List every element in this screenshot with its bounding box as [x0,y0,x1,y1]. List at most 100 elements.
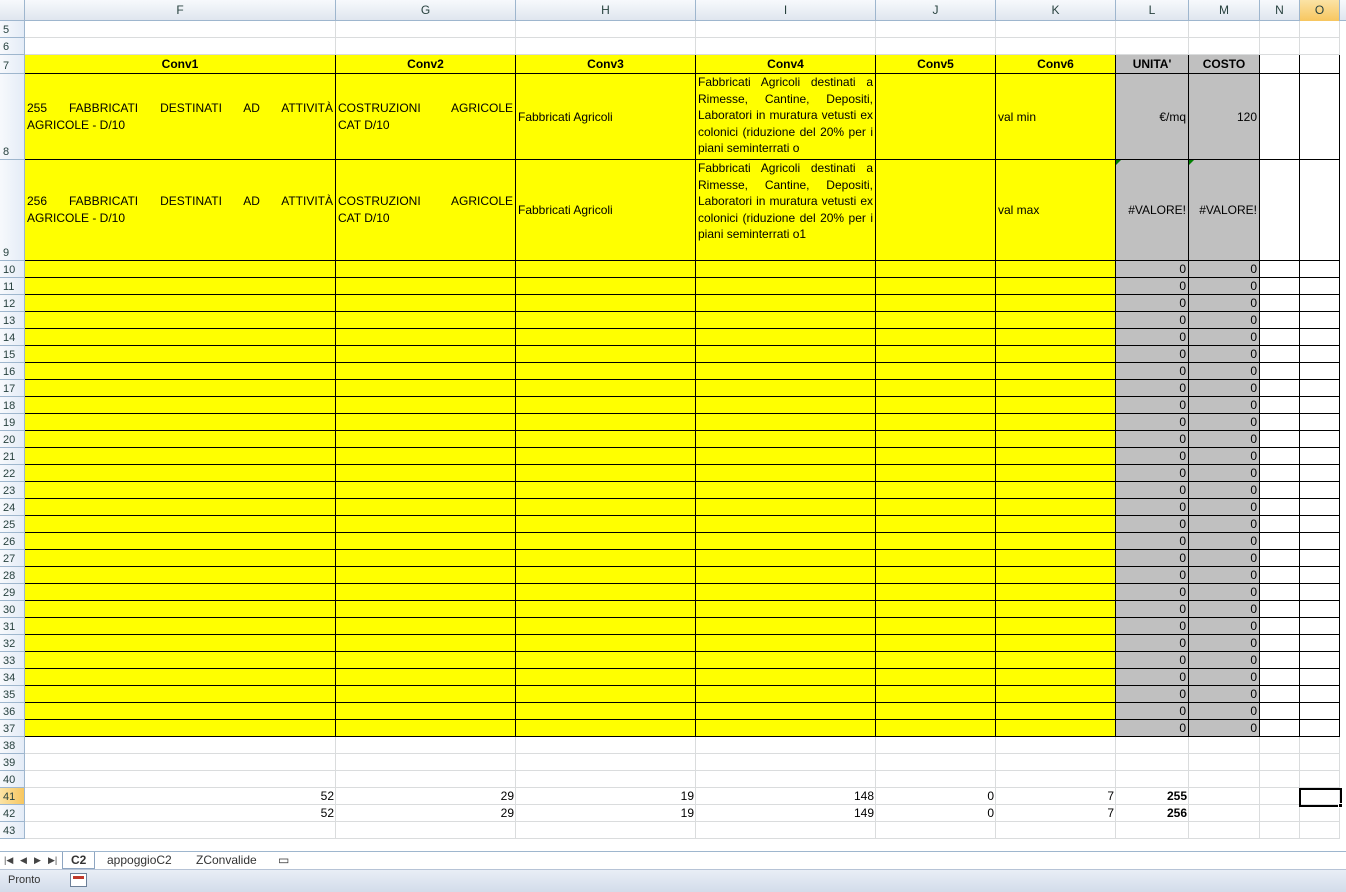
cell-o31[interactable] [1300,618,1340,635]
total-h41[interactable]: 19 [516,788,696,805]
cell-i29[interactable] [696,584,876,601]
cell-o37[interactable] [1300,720,1340,737]
cell-g16[interactable] [336,363,516,380]
header-g[interactable]: Conv2 [336,55,516,74]
cell-g34[interactable] [336,669,516,686]
cell-f12[interactable] [25,295,336,312]
cell-n10[interactable] [1260,261,1300,278]
cell-j21[interactable] [876,448,996,465]
cell-f13[interactable] [25,312,336,329]
header-m[interactable]: COSTO [1189,55,1260,74]
row-header-37[interactable]: 37 [0,720,25,737]
cell-g15[interactable] [336,346,516,363]
cell-g19[interactable] [336,414,516,431]
cell-o7[interactable] [1300,55,1340,74]
cell-k6[interactable] [996,38,1116,55]
cell-i26[interactable] [696,533,876,550]
cell-h28[interactable] [516,567,696,584]
column-header-l[interactable]: L [1116,0,1189,21]
cell-g32[interactable] [336,635,516,652]
cell-h20[interactable] [516,431,696,448]
cell-o32[interactable] [1300,635,1340,652]
total-g42[interactable]: 29 [336,805,516,822]
cell-n16[interactable] [1260,363,1300,380]
cell-k14[interactable] [996,329,1116,346]
cell-l38[interactable] [1116,737,1189,754]
cell-f6[interactable] [25,38,336,55]
cell-f10[interactable] [25,261,336,278]
cell-g13[interactable] [336,312,516,329]
header-k[interactable]: Conv6 [996,55,1116,74]
cell-l27[interactable]: 0 [1116,550,1189,567]
cell-h13[interactable] [516,312,696,329]
cell-j29[interactable] [876,584,996,601]
cell-g6[interactable] [336,38,516,55]
cell-g29[interactable] [336,584,516,601]
cell-l31[interactable]: 0 [1116,618,1189,635]
cell-m6[interactable] [1189,38,1260,55]
cell-g17[interactable] [336,380,516,397]
cell-h33[interactable] [516,652,696,669]
cell-h34[interactable] [516,669,696,686]
cell-i21[interactable] [696,448,876,465]
cell-n8[interactable] [1260,74,1300,160]
cell-i36[interactable] [696,703,876,720]
cell-m39[interactable] [1189,754,1260,771]
cell-n26[interactable] [1260,533,1300,550]
cell-k15[interactable] [996,346,1116,363]
cell-g18[interactable] [336,397,516,414]
sheet-tab-c2[interactable]: C2 [62,852,96,869]
cell-h6[interactable] [516,38,696,55]
total-f42[interactable]: 52 [25,805,336,822]
cell-l26[interactable]: 0 [1116,533,1189,550]
cell-h36[interactable] [516,703,696,720]
cell-j30[interactable] [876,601,996,618]
macro-record-icon[interactable] [70,873,87,887]
cell-o6[interactable] [1300,38,1340,55]
cell-i9[interactable]: Fabbricati Agricoli destinati a Rimesse,… [696,160,876,261]
cell-i34[interactable] [696,669,876,686]
cell-o18[interactable] [1300,397,1340,414]
total-j42[interactable]: 0 [876,805,996,822]
next-sheet-icon[interactable]: ▶ [34,855,41,866]
cell-f34[interactable] [25,669,336,686]
cell-h5[interactable] [516,21,696,38]
cell-f26[interactable] [25,533,336,550]
cell-n32[interactable] [1260,635,1300,652]
cell-j24[interactable] [876,499,996,516]
cell-o13[interactable] [1300,312,1340,329]
cell-n34[interactable] [1260,669,1300,686]
cell-j16[interactable] [876,363,996,380]
cell-n29[interactable] [1260,584,1300,601]
cell-m16[interactable]: 0 [1189,363,1260,380]
cell-f25[interactable] [25,516,336,533]
cell-l30[interactable]: 0 [1116,601,1189,618]
cell-k43[interactable] [996,822,1116,839]
cell-h35[interactable] [516,686,696,703]
column-header-g[interactable]: G [336,0,516,21]
cell-n36[interactable] [1260,703,1300,720]
header-l[interactable]: UNITA' [1116,55,1189,74]
row-header-5[interactable]: 5 [0,21,25,38]
cell-j35[interactable] [876,686,996,703]
header-i[interactable]: Conv4 [696,55,876,74]
cell-m10[interactable]: 0 [1189,261,1260,278]
cell-n12[interactable] [1260,295,1300,312]
cell-o14[interactable] [1300,329,1340,346]
cell-f39[interactable] [25,754,336,771]
cell-n6[interactable] [1260,38,1300,55]
cell-o10[interactable] [1300,261,1340,278]
cell-h12[interactable] [516,295,696,312]
row-header-38[interactable]: 38 [0,737,25,754]
cell-k29[interactable] [996,584,1116,601]
cell-o8[interactable] [1300,74,1340,160]
total-k41[interactable]: 7 [996,788,1116,805]
cell-f9[interactable]: 256 FABBRICATI DESTINATI AD ATTIVITÀ AGRI… [25,160,336,261]
cell-n19[interactable] [1260,414,1300,431]
cell-k26[interactable] [996,533,1116,550]
cell-k37[interactable] [996,720,1116,737]
cell-g40[interactable] [336,771,516,788]
cell-f22[interactable] [25,465,336,482]
cell-i16[interactable] [696,363,876,380]
cell-l19[interactable]: 0 [1116,414,1189,431]
